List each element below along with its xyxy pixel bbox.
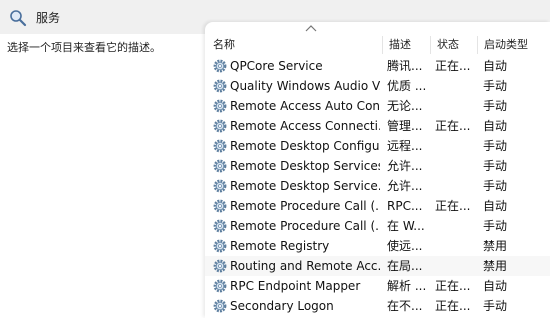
service-status [435, 96, 477, 116]
service-startup-type: 手动 [483, 99, 508, 113]
service-description: 无论... [387, 99, 423, 113]
service-name: Remote Access Auto Con... [230, 99, 380, 113]
table-row[interactable]: QPCore Service 腾讯... 正在... 自动 [205, 56, 550, 76]
service-startup-type: 自动 [483, 199, 508, 213]
service-description: 在不... [387, 299, 423, 313]
service-startup-type: 禁用 [483, 259, 508, 273]
service-startup-type: 手动 [483, 179, 508, 193]
service-name: Remote Procedure Call (... [230, 199, 380, 213]
service-startup-type: 手动 [483, 139, 508, 153]
service-name: Remote Procedure Call (... [230, 219, 380, 233]
gear-icon [213, 159, 227, 173]
gear-icon [213, 79, 227, 93]
service-status [435, 216, 477, 236]
service-status: 正在... [435, 279, 471, 293]
description-pane: 选择一个项目来查看它的描述。 [0, 34, 205, 318]
service-description: 允许... [387, 179, 423, 193]
table-row[interactable]: Remote Registry 使远... 禁用 [205, 236, 550, 256]
column-divider[interactable] [430, 36, 431, 54]
service-status [435, 236, 477, 256]
service-description: 腾讯... [387, 59, 423, 73]
gear-icon [213, 279, 227, 293]
service-description: 允许... [387, 159, 423, 173]
table-header: 名称 描述 状态 启动类型 [205, 36, 550, 54]
service-startup-type: 自动 [483, 119, 508, 133]
magnifier-icon [10, 10, 27, 27]
service-description: 远程... [387, 139, 423, 153]
gear-icon [213, 139, 227, 153]
service-status [435, 176, 477, 196]
gear-icon [213, 119, 227, 133]
table-row[interactable]: Remote Procedure Call (... RPC... 正在... … [205, 196, 550, 216]
table-row[interactable]: Secondary Logon 在不... 正在... 手动 [205, 296, 550, 316]
gear-icon [213, 259, 227, 273]
sort-ascending-icon[interactable] [305, 24, 317, 32]
gear-icon [213, 99, 227, 113]
service-name: Quality Windows Audio V... [230, 79, 380, 93]
service-name: Remote Desktop Configu... [230, 139, 380, 153]
column-divider[interactable] [382, 36, 383, 54]
service-name: Remote Desktop Services [230, 159, 380, 173]
service-description: RPC... [387, 199, 423, 213]
gear-icon [213, 239, 227, 253]
service-status [435, 76, 477, 96]
service-startup-type: 禁用 [483, 239, 508, 253]
service-name: Remote Desktop Service... [230, 179, 380, 193]
service-startup-type: 自动 [483, 59, 508, 73]
service-status [435, 136, 477, 156]
service-name: Routing and Remote Acc... [230, 259, 380, 273]
column-header-description[interactable]: 描述 [389, 36, 411, 54]
table-row[interactable]: Quality Windows Audio V... 优质 ... 手动 [205, 76, 550, 96]
table-row[interactable]: Routing and Remote Acc... 在局... 禁用 [205, 256, 550, 276]
table-row[interactable]: RPC Endpoint Mapper 解析 ... 正在... 自动 [205, 276, 550, 296]
table-row[interactable]: Remote Desktop Services 允许... 手动 [205, 156, 550, 176]
column-header-name[interactable]: 名称 [213, 36, 235, 54]
gear-icon [213, 299, 227, 313]
column-header-status[interactable]: 状态 [437, 36, 459, 54]
service-startup-type: 手动 [483, 219, 508, 233]
column-divider[interactable] [477, 36, 478, 54]
window-title: 服务 [36, 11, 61, 25]
gear-icon [213, 59, 227, 73]
service-status: 正在... [435, 199, 471, 213]
service-description: 解析 ... [387, 279, 427, 293]
service-description: 使远... [387, 239, 423, 253]
service-description: 管理... [387, 119, 423, 133]
service-description: 在局... [387, 259, 423, 273]
description-text: 选择一个项目来查看它的描述。 [7, 41, 161, 54]
service-startup-type: 手动 [483, 159, 508, 173]
service-startup-type: 手动 [483, 299, 508, 313]
gear-icon [213, 199, 227, 213]
gear-icon [213, 219, 227, 233]
service-name: QPCore Service [230, 59, 323, 73]
service-name: Remote Access Connecti... [230, 119, 380, 133]
table-row[interactable]: Remote Access Auto Con... 无论... 手动 [205, 96, 550, 116]
service-status: 正在... [435, 59, 471, 73]
service-name: RPC Endpoint Mapper [230, 279, 361, 293]
table-row[interactable]: Remote Desktop Service... 允许... 手动 [205, 176, 550, 196]
service-status [435, 156, 477, 176]
table-row[interactable]: Remote Access Connecti... 管理... 正在... 自动 [205, 116, 550, 136]
service-name: Remote Registry [230, 239, 330, 253]
table-row[interactable]: Remote Desktop Configu... 远程... 手动 [205, 136, 550, 156]
service-startup-type: 手动 [483, 79, 508, 93]
service-description: 在 W... [387, 219, 425, 233]
gear-icon [213, 179, 227, 193]
service-status: 正在... [435, 119, 471, 133]
table-row[interactable]: Remote Procedure Call (... 在 W... 手动 [205, 216, 550, 236]
service-description: 优质 ... [387, 79, 427, 93]
column-header-startup-type[interactable]: 启动类型 [484, 36, 528, 54]
service-status: 正在... [435, 299, 471, 313]
service-name: Secondary Logon [230, 299, 334, 313]
service-startup-type: 自动 [483, 279, 508, 293]
service-status [435, 256, 477, 276]
